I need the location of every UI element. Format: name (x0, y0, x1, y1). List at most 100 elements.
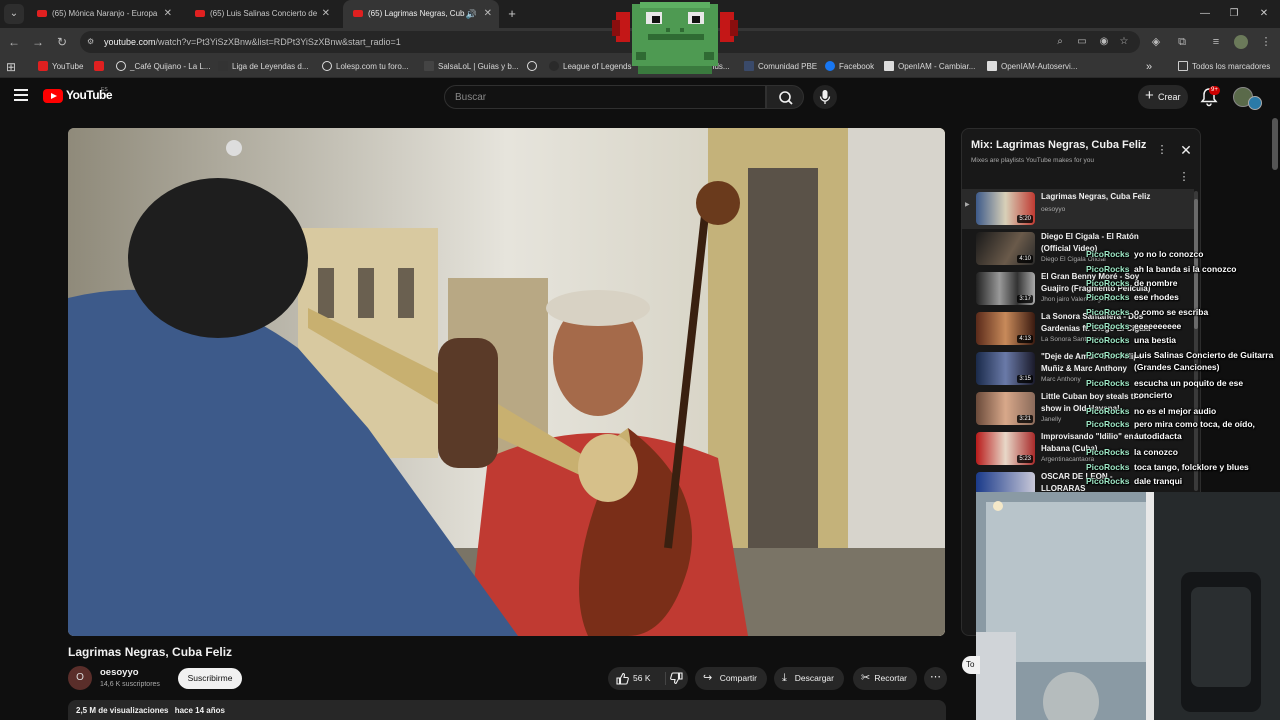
minimize-button[interactable]: — (1190, 0, 1220, 28)
video-title: Lagrimas Negras, Cuba Feliz (68, 645, 233, 659)
bookmark-cafe-quijano[interactable]: _Café Quijano - La L... (116, 56, 211, 78)
channel-name[interactable]: oesoyyo (100, 667, 139, 678)
new-tab-button[interactable]: + (504, 4, 520, 24)
all-bookmarks[interactable]: Todos los marcadores (1178, 56, 1270, 78)
playlist-item[interactable]: ▶ 5:20 Lagrimas Negras, Cuba Feliz oesoy… (962, 189, 1194, 229)
search-input[interactable] (455, 86, 755, 108)
close-icon[interactable]: ✕ (1178, 142, 1194, 158)
youtube-icon (94, 60, 104, 71)
bookmark-liga-leyendas[interactable]: Liga de Leyendas d... (218, 56, 309, 78)
create-button[interactable]: Crear (1138, 84, 1188, 109)
browser-tab-2[interactable]: (65) Luis Salinas Concierto de G ✕ (185, 0, 337, 28)
bookmark-openiam-cambiar[interactable]: OpenIAM - Cambiar... (884, 56, 975, 78)
bookmark-lolesp[interactable]: Lolesp.com tu foro... (322, 56, 408, 78)
chrome-menu-icon[interactable]: ⋮ (1256, 32, 1276, 52)
address-bar[interactable]: ⚙ youtube.com/watch?v=Pt3YiSzXBnw&list=R… (80, 31, 1140, 53)
video-player[interactable] (68, 128, 945, 636)
like-dislike-group: 56 K (608, 667, 688, 690)
chat-message: PicoRocks Luis Salinas Concierto de Guita… (1086, 350, 1274, 372)
site-info-icon[interactable]: ⚙ (87, 37, 97, 47)
more-icon: ⋯ (930, 671, 941, 683)
bookmark-facebook[interactable]: Facebook (825, 56, 874, 78)
like-count: 56 K (633, 673, 651, 683)
bookmark-salsalol[interactable]: SalsaLoL | Guías y b... (424, 56, 519, 78)
extension-icon[interactable]: ◈ (1146, 32, 1166, 52)
page-scrollbar[interactable] (1272, 118, 1278, 170)
apps-grid-icon[interactable]: ⊞ (6, 56, 16, 78)
zoom-icon[interactable]: ⌕ (1052, 34, 1068, 50)
subscribe-button[interactable]: Suscribirme (178, 668, 242, 689)
mix-more-icon[interactable]: ⋮ (1156, 143, 1168, 157)
bookmark-openiam-autoservicio[interactable]: OpenIAM-Autoservi... (987, 56, 1077, 78)
chat-message: PicoRocks una bestia (1086, 335, 1177, 345)
mix-options-icon[interactable]: ⋮ (1178, 170, 1190, 184)
eye-off-icon[interactable]: ◉ (1096, 34, 1112, 50)
forward-arrow-icon[interactable]: → (28, 32, 48, 52)
tab-title: (65) Lagrimas Negras, Cuba (368, 9, 465, 18)
webcam-frame (976, 492, 1280, 720)
folder-icon (1178, 60, 1188, 71)
reading-list-icon[interactable]: ≡ (1206, 32, 1226, 52)
chat-message: PicoRocks toca tango, folcklore y blues (1086, 462, 1249, 472)
voice-search-button[interactable] (813, 85, 837, 109)
bookmark-youtube-2[interactable] (94, 56, 108, 78)
restore-button[interactable]: ❐ (1219, 0, 1249, 28)
bookmark-comunidad-pbe[interactable]: Comunidad PBE (744, 56, 817, 78)
video-thumbnail: 5:20 (976, 192, 1035, 225)
description-box[interactable]: 2,5 M de visualizaciones hace 14 años (68, 700, 946, 720)
video-thumbnail: 5:23 (976, 432, 1035, 465)
extensions-puzzle-icon[interactable]: ⧉ (1172, 32, 1192, 52)
search-box[interactable] (444, 85, 766, 109)
download-button[interactable]: ⤓ Descargar (774, 667, 844, 690)
browser-tab-active[interactable]: (65) Lagrimas Negras, Cuba 🔊 ✕ (343, 0, 499, 28)
partial-overlay-button[interactable]: To (962, 656, 980, 674)
site-icon (744, 60, 754, 71)
speaker-icon[interactable]: 🔊 (466, 0, 477, 28)
bookmarks-overflow-icon[interactable]: » (1146, 56, 1152, 78)
chat-message: PicoRocks la conozco (1086, 447, 1178, 457)
stream-chat-overlay: PicoRocks yo no lo conozco PicoRocks ah la… (1086, 248, 1280, 494)
chat-message: PicoRocks dale tranqui (1086, 476, 1183, 486)
tab-title: (65) Mónica Naranjo - Europa ( (52, 9, 159, 18)
channel-avatar[interactable]: O (68, 666, 92, 690)
profile-avatar[interactable] (1231, 32, 1251, 52)
download-icon: ⤓ (782, 672, 787, 684)
mic-icon (819, 90, 831, 104)
mix-subtitle: Mixes are playlists YouTube makes for yo… (971, 157, 1094, 164)
youtube-masthead: YouTube ES Crear 9+ (0, 79, 1280, 115)
clip-button[interactable]: ✂ Recortar (853, 667, 917, 690)
playlist-item-title: Lagrimas Negras, Cuba Feliz (1041, 192, 1151, 201)
search-button[interactable] (766, 85, 804, 109)
site-icon (218, 60, 228, 71)
share-icon: ↪ (703, 672, 713, 684)
tab-close-icon[interactable]: ✕ (164, 0, 172, 28)
reload-icon[interactable]: ↻ (52, 32, 72, 52)
browser-tab-1[interactable]: (65) Mónica Naranjo - Europa ( ✕ (27, 0, 179, 28)
notification-badge: 9+ (1209, 86, 1220, 95)
mix-title[interactable]: Mix: Lagrimas Negras, Cuba Feliz (971, 139, 1146, 151)
dislike-button[interactable] (666, 667, 688, 690)
bookmark-globe[interactable] (527, 56, 541, 78)
chat-message: PicoRocks de nombre (1086, 278, 1178, 288)
window-close-button[interactable]: ✕ (1249, 0, 1279, 28)
bookmark-star-icon[interactable]: ☆ (1116, 34, 1132, 50)
share-button[interactable]: ↪ Compartir (695, 667, 767, 690)
tab-close-icon[interactable]: ✕ (484, 0, 492, 28)
site-icon (884, 60, 894, 71)
more-actions-button[interactable]: ⋯ (924, 667, 947, 690)
menu-icon[interactable] (14, 89, 28, 101)
cast-icon[interactable]: ▭ (1074, 34, 1090, 50)
tab-search-button[interactable]: ⌄ (4, 4, 24, 24)
pixel-frog-mascot-image (612, 2, 738, 74)
tab-close-icon[interactable]: ✕ (322, 0, 330, 28)
chat-message: PicoRocks eeeeeeeeee (1086, 321, 1182, 331)
subscriber-count: 14,6 K suscriptores (100, 681, 160, 688)
like-button[interactable]: 56 K (608, 667, 665, 690)
back-arrow-icon[interactable]: ← (4, 32, 24, 52)
youtube-logo-icon[interactable] (43, 89, 63, 103)
scissors-icon: ✂ (861, 672, 871, 684)
secondary-avatar (1248, 96, 1262, 110)
bookmark-youtube[interactable]: YouTube (38, 56, 83, 78)
youtube-favicon-icon (37, 10, 47, 17)
globe-icon (322, 60, 332, 71)
